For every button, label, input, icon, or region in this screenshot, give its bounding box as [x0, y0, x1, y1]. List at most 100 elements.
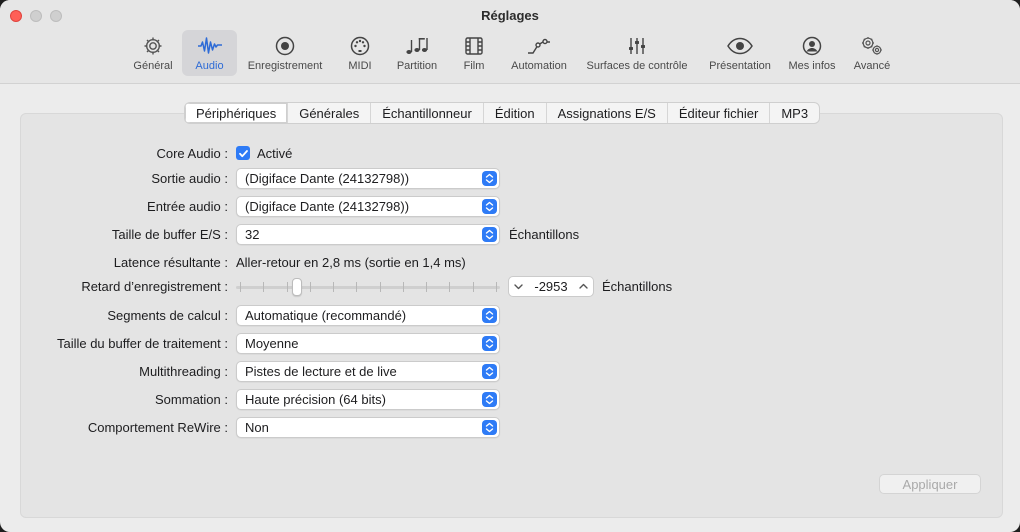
chevron-up-icon[interactable]	[578, 280, 589, 295]
slider-track	[236, 286, 500, 289]
toolbar-item-presentation[interactable]: Présentation	[704, 30, 776, 76]
entree-audio-label: Entrée audio :	[147, 199, 228, 214]
settings-toolbar: Général Audio Enregistrement MIDI Partit…	[0, 30, 1020, 76]
slider-tick	[263, 282, 264, 292]
slider-tick	[473, 282, 474, 292]
rewire-select[interactable]: Non	[236, 417, 500, 438]
window-title: Réglages	[481, 8, 539, 23]
buffer-traitement-value: Moyenne	[245, 336, 299, 351]
slider-tick	[240, 282, 241, 292]
popup-chevrons-icon	[482, 336, 497, 351]
buffer-es-select[interactable]: 32	[236, 224, 500, 245]
latence-label: Latence résultante :	[113, 255, 228, 270]
tab-editeur-fichier[interactable]: Éditeur fichier	[668, 103, 771, 123]
sortie-audio-value: (Digiface Dante (24132798))	[245, 171, 410, 186]
retard-unit: Échantillons	[602, 279, 673, 294]
popup-chevrons-icon	[482, 420, 497, 435]
audio-waveform-icon	[197, 34, 223, 58]
sortie-audio-label: Sortie audio :	[151, 171, 228, 186]
retard-stepper[interactable]: -2953	[508, 276, 594, 297]
toolbar-item-enregistrement[interactable]: Enregistrement	[242, 30, 328, 76]
toolbar-label: Mes infos	[788, 60, 836, 72]
core-audio-checkbox-label[interactable]: Activé	[257, 146, 292, 161]
segments-value: Automatique (recommandé)	[245, 308, 407, 323]
tab-assignations-es[interactable]: Assignations E/S	[547, 103, 668, 123]
faders-icon	[626, 34, 648, 58]
tab-echantillonneur[interactable]: Échantillonneur	[371, 103, 484, 123]
row-latence: Latence résultante : Aller-retour en 2,8…	[0, 252, 1020, 274]
slider-tick	[310, 282, 311, 292]
slider-tick	[380, 282, 381, 292]
toolbar-item-film[interactable]: Film	[458, 30, 490, 76]
automation-curve-icon	[526, 34, 552, 58]
toolbar-label: Présentation	[709, 60, 771, 72]
toolbar-label: Général	[133, 60, 173, 72]
toolbar-label: Avancé	[853, 60, 891, 72]
toolbar-label: Surfaces de contrôle	[586, 60, 688, 72]
gears-icon	[859, 34, 885, 58]
core-audio-checkbox[interactable]	[236, 146, 250, 160]
slider-tick	[496, 282, 497, 292]
sortie-audio-select[interactable]: (Digiface Dante (24132798))	[236, 168, 500, 189]
toolbar-item-avance[interactable]: Avancé	[850, 30, 894, 76]
rewire-label: Comportement ReWire :	[87, 420, 228, 435]
tab-generales[interactable]: Générales	[288, 103, 372, 123]
toolbar-label: Film	[463, 60, 485, 72]
toolbar-item-automation[interactable]: Automation	[506, 30, 572, 76]
multithreading-label: Multithreading :	[139, 364, 228, 379]
slider-tick	[356, 282, 357, 292]
retard-label: Retard d’enregistrement :	[81, 279, 228, 294]
entree-audio-select[interactable]: (Digiface Dante (24132798))	[236, 196, 500, 217]
sommation-select[interactable]: Haute précision (64 bits)	[236, 389, 500, 410]
toolbar-label: Audio	[195, 60, 224, 72]
slider-tick	[449, 282, 450, 292]
buffer-traitement-label: Taille du buffer de traitement :	[56, 336, 228, 351]
toolbar-item-general[interactable]: Général	[129, 30, 177, 76]
slider-tick	[403, 282, 404, 292]
buffer-es-unit: Échantillons	[509, 227, 580, 242]
row-retard: Retard d’enregistrement : -2953 Échantil…	[0, 276, 1020, 298]
popup-chevrons-icon	[482, 392, 497, 407]
toolbar-item-partition[interactable]: Partition	[392, 30, 442, 76]
segments-label: Segments de calcul :	[107, 308, 228, 323]
buffer-es-value: 32	[245, 227, 260, 242]
tab-edition[interactable]: Édition	[484, 103, 547, 123]
popup-chevrons-icon	[482, 364, 497, 379]
toolbar-item-surfaces[interactable]: Surfaces de contrôle	[580, 30, 694, 76]
popup-chevrons-icon	[482, 227, 497, 242]
music-notes-icon	[404, 34, 430, 58]
slider-knob[interactable]	[292, 278, 302, 296]
core-audio-label: Core Audio :	[156, 146, 228, 161]
row-multithreading: Multithreading : Pistes de lecture et de…	[0, 361, 1020, 383]
tab-mp3[interactable]: MP3	[770, 103, 819, 123]
toolbar-item-mes-infos[interactable]: Mes infos	[784, 30, 840, 76]
segments-select[interactable]: Automatique (recommandé)	[236, 305, 500, 326]
buffer-traitement-select[interactable]: Moyenne	[236, 333, 500, 354]
slider-tick	[287, 282, 288, 292]
title-bar: Réglages Général Audio Enregistrement MI…	[0, 0, 1020, 84]
settings-window: Réglages Général Audio Enregistrement MI…	[0, 0, 1020, 532]
row-sortie-audio: Sortie audio : (Digiface Dante (24132798…	[0, 168, 1020, 190]
toolbar-label: Automation	[511, 60, 567, 72]
popup-chevrons-icon	[482, 171, 497, 186]
midi-port-icon	[349, 34, 371, 58]
row-segments: Segments de calcul : Automatique (recomm…	[0, 305, 1020, 327]
toolbar-label: MIDI	[348, 60, 372, 72]
gear-icon	[142, 34, 164, 58]
row-core-audio: Core Audio : Activé	[0, 143, 1020, 165]
person-icon	[801, 34, 823, 58]
tab-peripheriques[interactable]: Périphériques	[185, 103, 289, 123]
multithreading-select[interactable]: Pistes de lecture et de live	[236, 361, 500, 382]
row-rewire: Comportement ReWire : Non	[0, 417, 1020, 439]
toolbar-item-audio[interactable]: Audio	[182, 30, 237, 76]
retard-slider[interactable]	[236, 276, 500, 298]
rewire-value: Non	[245, 420, 269, 435]
latence-value: Aller-retour en 2,8 ms (sortie en 1,4 ms…	[236, 255, 466, 270]
entree-audio-value: (Digiface Dante (24132798))	[245, 199, 410, 214]
checkmark-icon	[238, 149, 248, 157]
row-entree-audio: Entrée audio : (Digiface Dante (24132798…	[0, 196, 1020, 218]
toolbar-item-midi[interactable]: MIDI	[342, 30, 378, 76]
segmented-tabs: Périphériques Générales Échantillonneur …	[184, 102, 821, 124]
slider-tick	[426, 282, 427, 292]
apply-button[interactable]: Appliquer	[879, 474, 981, 494]
